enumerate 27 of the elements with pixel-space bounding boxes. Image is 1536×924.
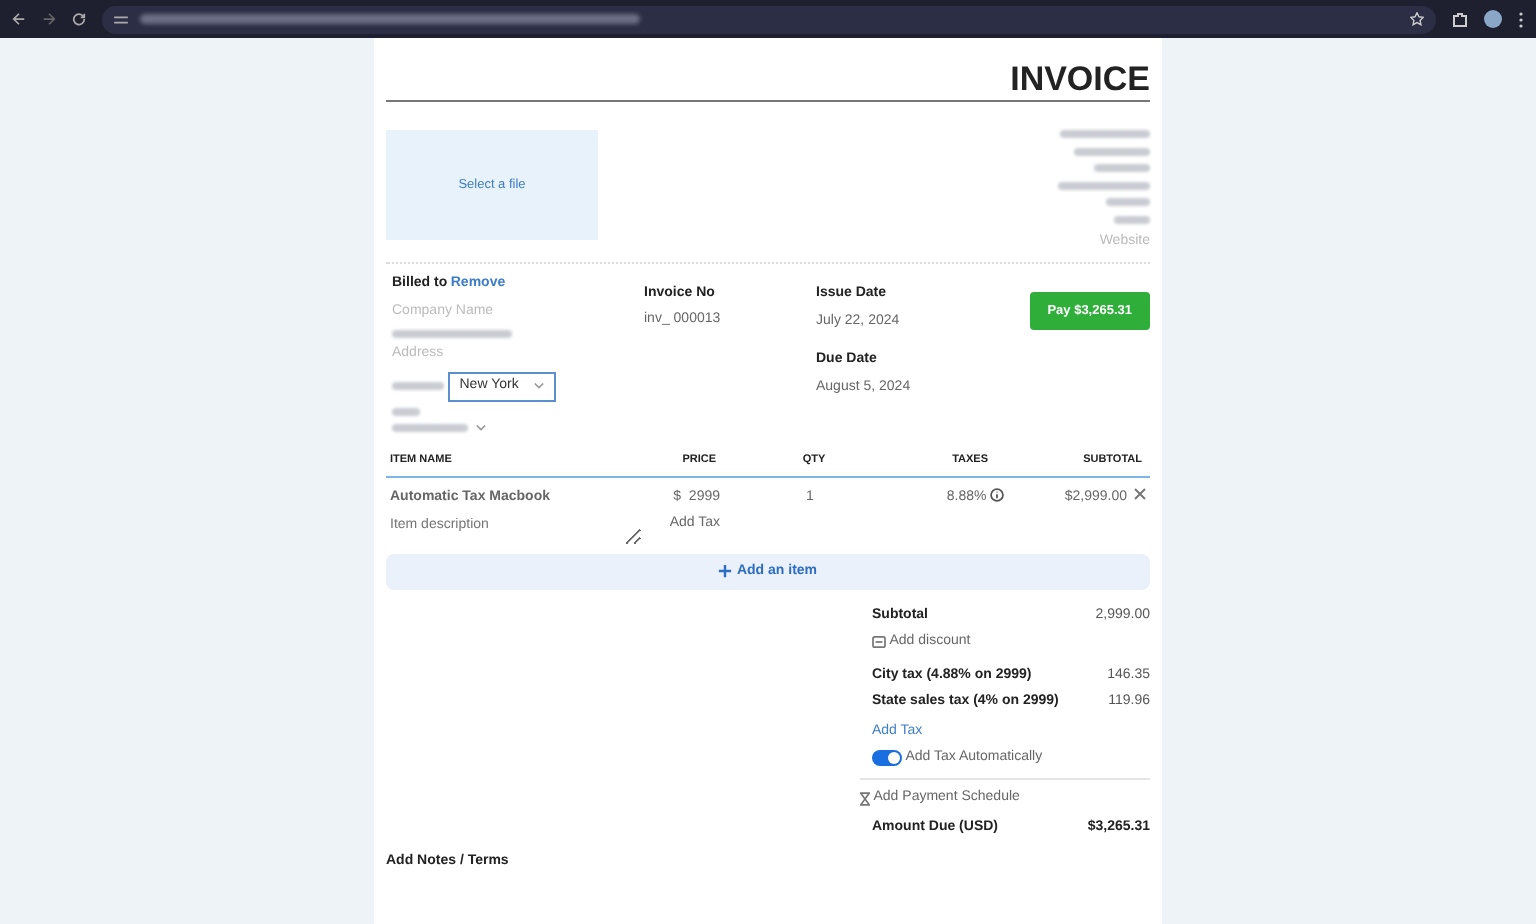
info-icon <box>990 487 1004 502</box>
plus-icon <box>718 564 733 579</box>
redacted-text <box>1094 164 1150 172</box>
redacted-text <box>1060 130 1150 138</box>
redacted-text <box>1106 198 1150 206</box>
site-settings-icon[interactable] <box>114 13 128 25</box>
toggle-switch[interactable] <box>872 750 902 766</box>
redacted-text <box>1114 215 1150 223</box>
menu-icon[interactable] <box>1518 11 1524 27</box>
redacted-text <box>1074 147 1150 155</box>
hourglass-icon <box>860 792 870 806</box>
avatar-icon[interactable] <box>1484 10 1502 28</box>
redacted-text <box>392 408 420 416</box>
tag-icon <box>872 636 886 648</box>
chevron-icon <box>475 423 485 431</box>
star-icon[interactable] <box>1410 12 1424 26</box>
redacted-text <box>392 423 468 431</box>
invoice-title: INVOICE <box>386 62 1150 102</box>
redacted-text <box>1058 181 1150 189</box>
reload-icon[interactable] <box>72 12 86 26</box>
forward-icon[interactable] <box>42 12 56 26</box>
redacted-text <box>392 329 512 337</box>
chevron-icon <box>534 382 545 391</box>
back-icon[interactable] <box>12 12 26 26</box>
puzzle-icon[interactable] <box>1452 11 1468 27</box>
close-icon[interactable] <box>1134 487 1146 500</box>
redacted-text <box>392 382 444 391</box>
